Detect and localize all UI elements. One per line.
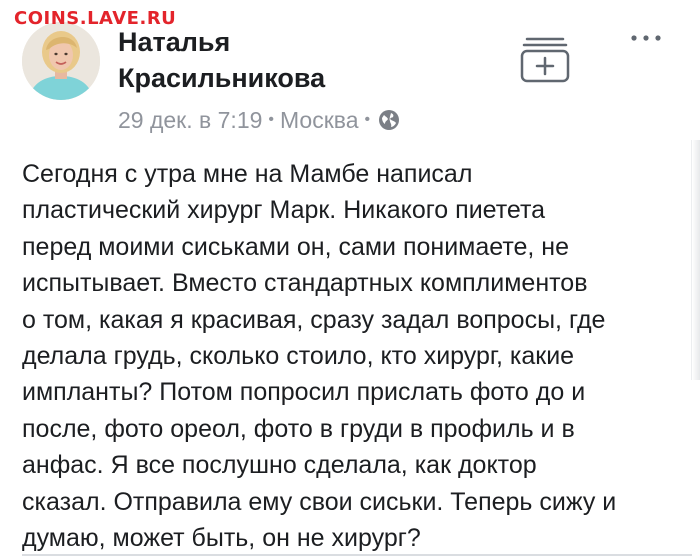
post-text-line: импланты? Потом попросил прислать фото д… [22, 378, 586, 407]
author-last-name: Красильникова [118, 63, 326, 93]
post-text-line: думаю, может быть, он не хирург? [22, 524, 421, 553]
post-text-line: сказал. Отправила ему свои сиськи. Тепер… [22, 487, 617, 516]
author-name[interactable]: Наталья Красильникова [118, 24, 478, 96]
post-text-line: анфас. Я все послушно сделала, как докто… [22, 451, 537, 480]
post-text-line: перед моими сиськами он, сами понимаете,… [22, 232, 570, 261]
post-text-line: Сегодня с утра мне на Мамбе написал [22, 160, 473, 188]
avatar-photo-icon [22, 22, 100, 100]
post-text-line: после, фото ореол, фото в груди в профил… [22, 414, 575, 443]
avatar[interactable] [22, 22, 100, 100]
post-text: Сегодня с утра мне на Мамбе написал плас… [22, 156, 682, 556]
meta-separator: • [268, 111, 275, 128]
post-location[interactable]: Москва [280, 107, 359, 134]
scrollbar[interactable] [691, 140, 700, 380]
post-text-line: испытывает. Вместо стандартных комплимен… [22, 269, 588, 298]
meta-separator: • [364, 111, 371, 128]
post-timestamp[interactable]: 29 дек. в 7:19 [118, 107, 262, 134]
post-meta: 29 дек. в 7:19 • Москва • [118, 104, 400, 136]
author-first-name: Наталья [118, 27, 231, 57]
more-options-button[interactable] [626, 26, 666, 50]
post-text-line: делала грудь, сколько стоило, кто хирург… [22, 342, 575, 371]
post-text-line: о том, какая я красивая, сразу задал воп… [22, 305, 606, 334]
site-watermark: COINS.LAVE.RU [14, 8, 177, 29]
globe-icon[interactable] [378, 109, 400, 131]
more-dots-icon [631, 35, 661, 41]
save-plus-icon [520, 37, 570, 83]
divider [22, 554, 692, 556]
save-button[interactable] [518, 34, 572, 84]
post-text-line: пластический хирург Марк. Никакого пиете… [22, 196, 546, 225]
